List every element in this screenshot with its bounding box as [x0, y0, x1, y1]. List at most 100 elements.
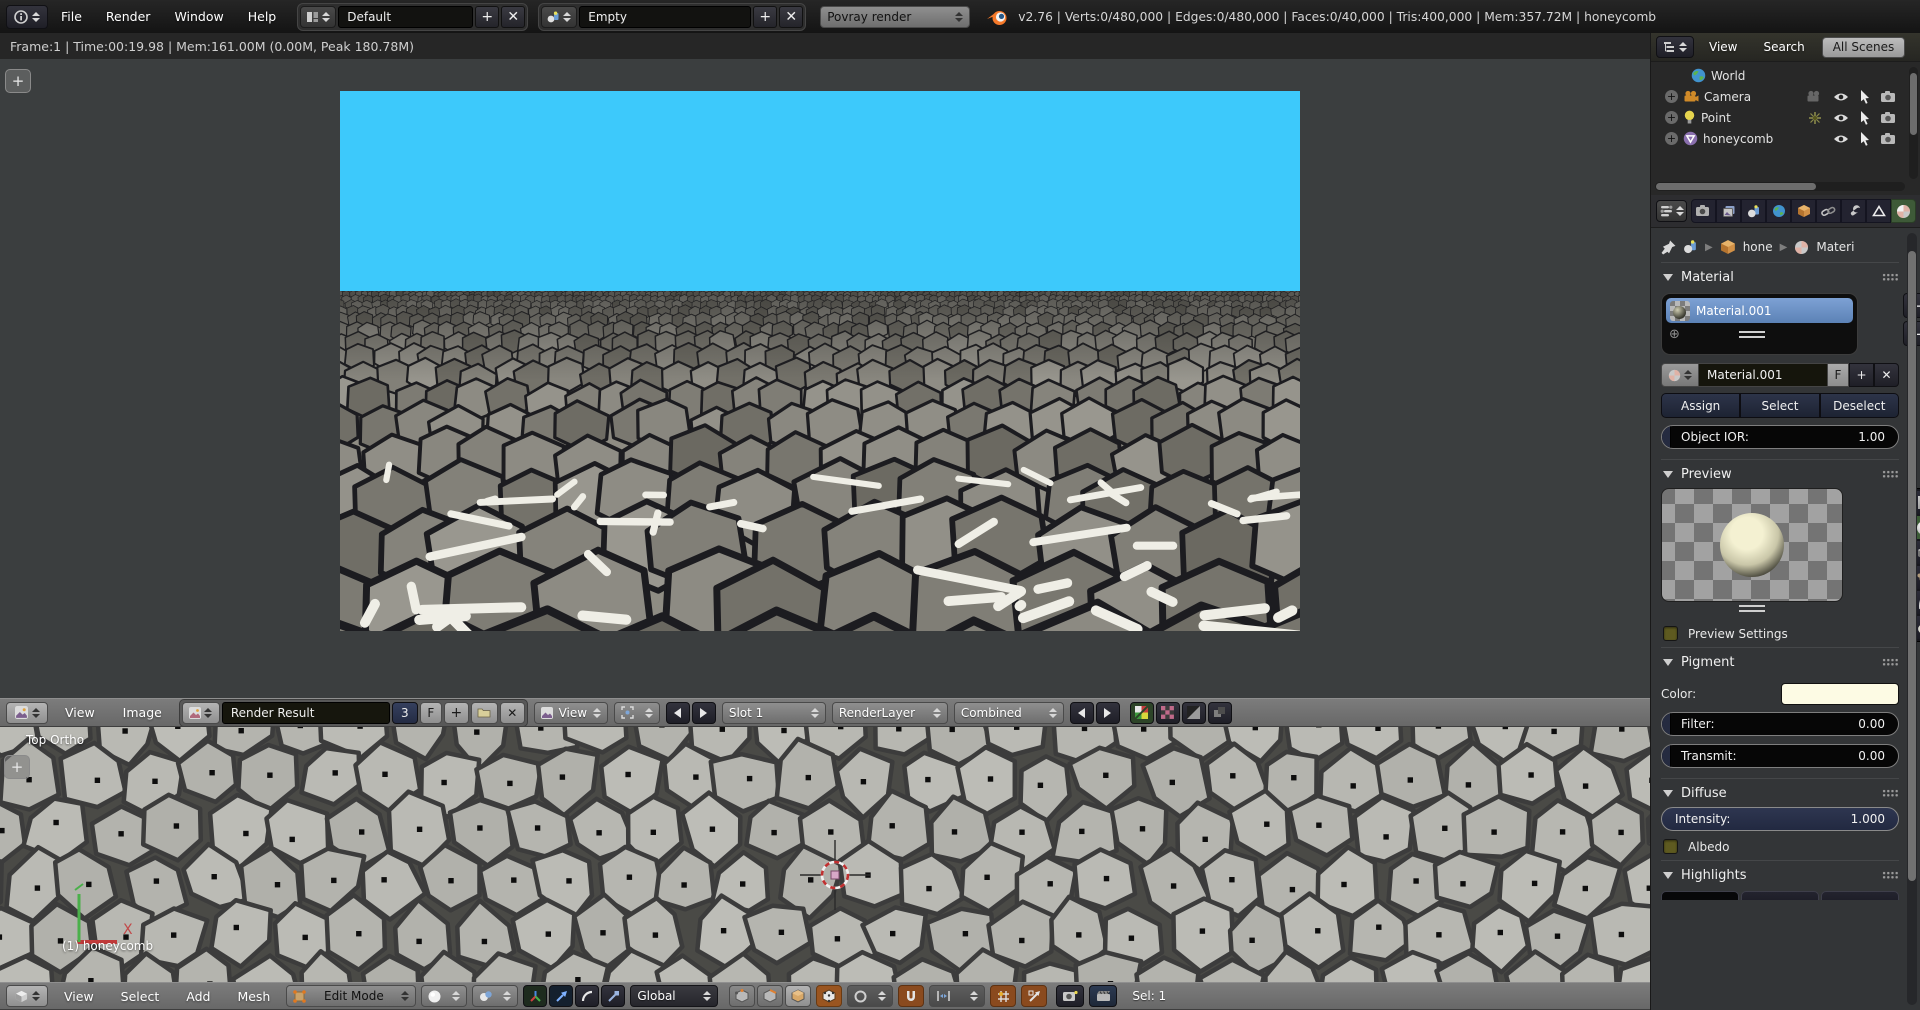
highlights-panel-header[interactable]: Highlights: [1661, 861, 1899, 889]
tab-render[interactable]: [1691, 199, 1716, 223]
outliner-vertical-scrollbar[interactable]: [1909, 67, 1918, 179]
diffuse-panel-header[interactable]: Diffuse: [1661, 779, 1899, 807]
pin-icon[interactable]: [1661, 240, 1676, 255]
selectability-cursor-icon[interactable]: [1860, 90, 1870, 104]
tab-render-layers[interactable]: [1716, 199, 1741, 223]
render-engine-dropdown[interactable]: Povray render: [820, 6, 970, 28]
delete-layout-button[interactable]: ✕: [501, 6, 525, 28]
scale-manipulator-button[interactable]: [601, 985, 625, 1007]
opengl-render-image-button[interactable]: [1056, 985, 1084, 1007]
editor-type-3dview-button[interactable]: [6, 985, 48, 1007]
tab-object-data[interactable]: [1866, 199, 1891, 223]
outliner-display-filter-dropdown[interactable]: All Scenes: [1822, 37, 1906, 58]
opengl-render-anim-button[interactable]: [1089, 985, 1117, 1007]
render-layer-dropdown[interactable]: RenderLayer: [832, 702, 948, 724]
translate-manipulator-button[interactable]: [549, 985, 573, 1007]
assign-button[interactable]: Assign: [1661, 393, 1740, 418]
properties-vertical-scrollbar[interactable]: [1907, 233, 1917, 1005]
material-panel-header[interactable]: Material: [1661, 263, 1899, 291]
outliner-menu-search[interactable]: Search: [1752, 40, 1815, 54]
scrollbar-thumb[interactable]: [1908, 251, 1916, 881]
previous-slot-button[interactable]: [666, 702, 690, 724]
previous-layer-button[interactable]: [1070, 702, 1094, 724]
preview-panel-header[interactable]: Preview: [1661, 460, 1899, 488]
panel-drag-grip[interactable]: [1882, 273, 1899, 281]
intensity-slider[interactable]: Intensity: 1.000: [1661, 807, 1899, 831]
new-image-button[interactable]: +: [444, 702, 469, 724]
vertex-select-button[interactable]: [729, 985, 755, 1007]
preview-settings-checkbox[interactable]: [1663, 626, 1678, 641]
snap-target-button[interactable]: [990, 985, 1016, 1007]
image-menu-view[interactable]: View: [54, 705, 106, 720]
transform-orientation-dropdown[interactable]: Global: [630, 985, 718, 1007]
display-alpha-button[interactable]: [1182, 702, 1206, 724]
tab-modifiers[interactable]: [1841, 199, 1866, 223]
object-breadcrumb-icon[interactable]: [1720, 239, 1736, 255]
edge-select-button[interactable]: [757, 985, 783, 1007]
pivot-center-dropdown[interactable]: [472, 985, 518, 1007]
next-slot-button[interactable]: [692, 702, 716, 724]
highlight-option-button[interactable]: [1661, 891, 1739, 900]
unlink-material-button[interactable]: ✕: [1874, 363, 1899, 387]
viewport-region-expand-button[interactable]: +: [4, 755, 30, 779]
pigment-color-swatch[interactable]: [1781, 683, 1899, 705]
slot-dropdown[interactable]: Slot 1: [722, 702, 826, 724]
material-name-field[interactable]: Material.001: [1699, 363, 1827, 387]
pivot-point-dropdown[interactable]: [614, 702, 660, 724]
limit-selection-visible-button[interactable]: [816, 985, 842, 1007]
visibility-eye-icon[interactable]: [1833, 134, 1849, 144]
highlight-option-button[interactable]: [1741, 891, 1819, 900]
image-view-dropdown[interactable]: View: [534, 702, 608, 724]
snap-peel-button[interactable]: [1021, 985, 1047, 1007]
panel-drag-grip[interactable]: [1882, 470, 1899, 478]
editor-type-outliner-button[interactable]: [1656, 36, 1694, 58]
material-breadcrumb-icon[interactable]: [1794, 240, 1809, 255]
expand-icon[interactable]: +: [1665, 132, 1678, 145]
proportional-edit-dropdown[interactable]: [847, 985, 893, 1007]
snap-toggle-button[interactable]: [898, 985, 924, 1007]
snap-element-dropdown[interactable]: [929, 985, 985, 1007]
outliner-menu-view[interactable]: View: [1698, 40, 1748, 54]
menu-window[interactable]: Window: [163, 9, 234, 24]
outliner-item-point[interactable]: + Point: [1651, 107, 1920, 128]
image-users-count-button[interactable]: 3: [392, 702, 418, 724]
renderability-camera-icon[interactable]: [1881, 91, 1895, 102]
panel-drag-grip[interactable]: [1882, 789, 1899, 797]
camera-data-icon[interactable]: [1806, 90, 1822, 103]
rotate-manipulator-button[interactable]: [575, 985, 599, 1007]
view3d-menu-view[interactable]: View: [53, 989, 105, 1004]
next-layer-button[interactable]: [1096, 702, 1120, 724]
filter-slider[interactable]: Filter: 0.00: [1661, 712, 1899, 736]
region-expand-button[interactable]: +: [5, 69, 31, 93]
transmit-slider[interactable]: Transmit: 0.00: [1661, 744, 1899, 768]
new-material-button[interactable]: +: [1849, 363, 1874, 387]
menu-help[interactable]: Help: [237, 9, 288, 24]
visibility-eye-icon[interactable]: [1833, 92, 1849, 102]
scene-name-field[interactable]: Empty: [579, 6, 751, 28]
outliner-horizontal-scrollbar[interactable]: [1655, 182, 1905, 191]
outliner-item-world[interactable]: World: [1651, 65, 1920, 86]
object-ior-slider[interactable]: Object IOR: 1.00: [1661, 425, 1899, 449]
highlight-option-button[interactable]: [1821, 891, 1899, 900]
expand-icon[interactable]: +: [1665, 111, 1678, 124]
deselect-button[interactable]: Deselect: [1820, 393, 1899, 418]
material-browse-button[interactable]: [1661, 363, 1699, 387]
tab-world[interactable]: [1766, 199, 1791, 223]
tab-material[interactable]: [1891, 199, 1916, 223]
manipulator-toggle-button[interactable]: [523, 985, 547, 1007]
selectability-cursor-icon[interactable]: [1860, 111, 1870, 125]
editor-type-image-button[interactable]: [6, 702, 48, 724]
add-scene-button[interactable]: +: [753, 6, 777, 28]
breadcrumb-object-name[interactable]: hone: [1743, 240, 1773, 254]
image-editor-region[interactable]: +: [0, 59, 1650, 698]
viewport-3d[interactable]: Top Ortho + X (1) honeycomb: [0, 727, 1650, 982]
outliner-item-camera[interactable]: + Camera: [1651, 86, 1920, 107]
albedo-checkbox[interactable]: [1663, 839, 1678, 854]
scrollbar-thumb[interactable]: [1656, 183, 1816, 190]
viewport-shading-dropdown[interactable]: [421, 985, 467, 1007]
pigment-panel-header[interactable]: Pigment: [1661, 648, 1899, 676]
open-image-button[interactable]: [471, 702, 498, 724]
outliner-item-honeycomb[interactable]: + honeycomb: [1651, 128, 1920, 149]
breadcrumb-material-name[interactable]: Materi: [1816, 240, 1854, 254]
slot-add-icon[interactable]: ⊕: [1669, 327, 1680, 342]
